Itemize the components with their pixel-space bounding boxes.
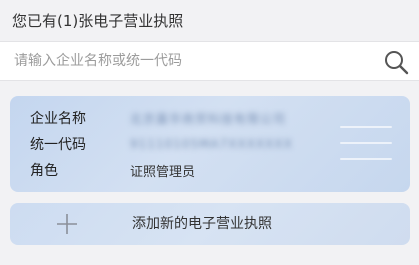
unified-code-value: 91110105MA7XXXXXXX	[130, 137, 293, 151]
add-license-button[interactable]: 添加新的电子营业执照	[10, 203, 410, 245]
role-value: 证照管理员	[130, 164, 196, 180]
company-name-value: 北京嘉华商贸科技有限公司	[130, 111, 287, 126]
card-watermark-line	[340, 158, 392, 160]
search-icon[interactable]	[383, 49, 409, 75]
unified-code-label: 统一代码	[30, 137, 86, 153]
business-license-card[interactable]: 企业名称 北京嘉华商贸科技有限公司 统一代码 91110105MA7XXXXXX…	[10, 96, 410, 192]
license-list-page: 您已有(1)张电子营业执照 企业名称 北京嘉华商贸科技有限公司 统一代码 911…	[0, 0, 419, 265]
plus-icon	[57, 214, 77, 234]
company-name-label: 企业名称	[30, 111, 86, 127]
company-name-row: 企业名称 北京嘉华商贸科技有限公司	[30, 107, 286, 129]
card-watermark-line	[340, 126, 392, 128]
unified-code-row: 统一代码 91110105MA7XXXXXXX	[30, 133, 293, 155]
role-label: 角色	[30, 163, 58, 179]
add-license-label: 添加新的电子营业执照	[132, 216, 272, 232]
search-input[interactable]	[14, 42, 374, 80]
license-count-header: 您已有(1)张电子营业执照	[12, 12, 184, 30]
role-row: 角色 证照管理员	[30, 159, 195, 181]
search-bar	[0, 41, 419, 81]
card-watermark-line	[340, 142, 392, 144]
